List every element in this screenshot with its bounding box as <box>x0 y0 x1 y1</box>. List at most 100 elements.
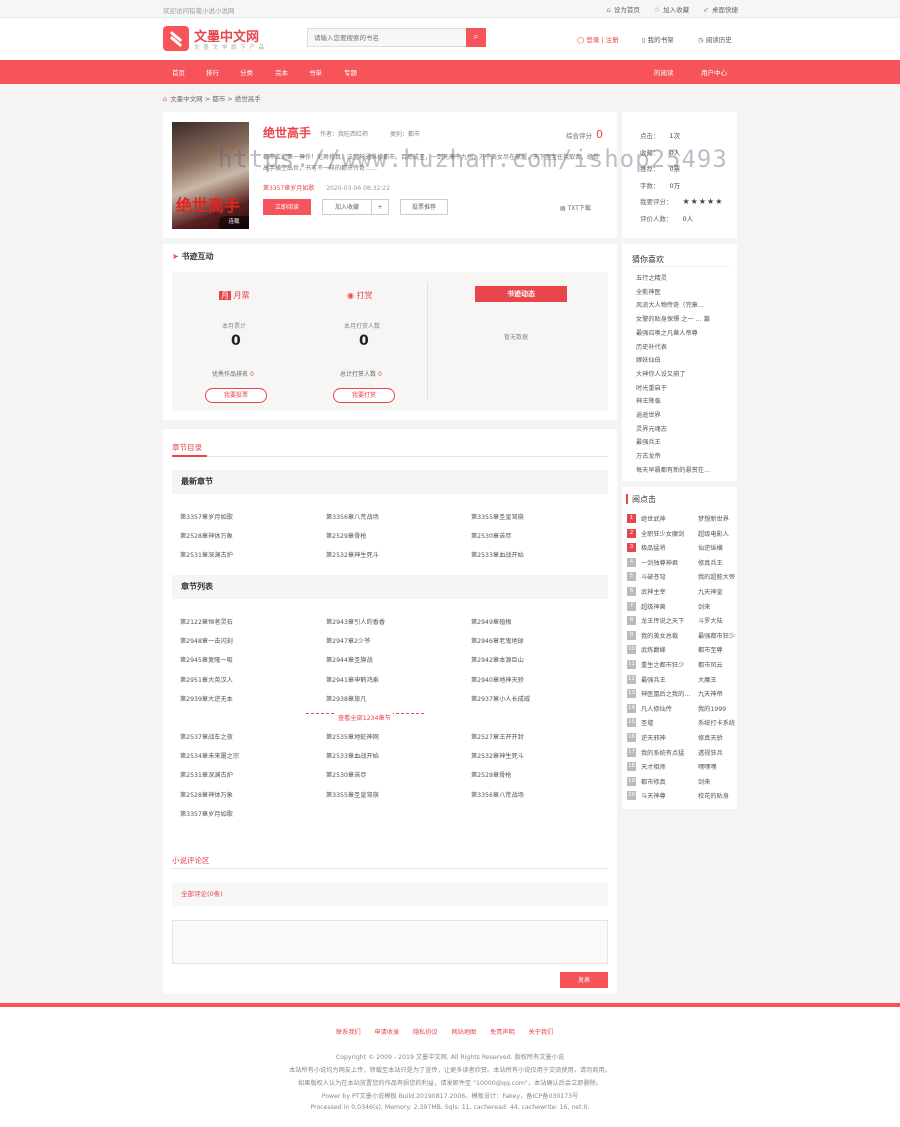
hot-item[interactable]: 斗天神尊 <box>641 791 666 800</box>
likes-item[interactable]: 全能神医 <box>636 287 661 296</box>
chapter-link[interactable]: 第2535章地蛇神网 <box>326 732 379 741</box>
likes-item[interactable]: 最强兵王 <box>636 437 661 446</box>
chapter-link[interactable]: 第2122章恒者灵石 <box>180 617 233 626</box>
hot-item[interactable]: 都市修真 <box>641 777 666 786</box>
hot-item-secondary[interactable]: 修真兵王 <box>698 558 723 567</box>
chapter-link[interactable]: 第2938章旅凡 <box>326 694 367 703</box>
chapter-link[interactable]: 第3355章圣皇驾崩 <box>326 790 379 799</box>
bookmark-link[interactable]: ☆ 加入收藏 <box>654 4 689 14</box>
nav-category[interactable]: 分类 <box>240 67 253 77</box>
hot-item[interactable]: 绝世武神 <box>641 514 666 523</box>
likes-item[interactable]: 大神你人设又崩了 <box>636 369 686 378</box>
likes-item[interactable]: 嫁妖仙伯 <box>636 355 661 364</box>
breadcrumb-category[interactable]: 都市 <box>212 95 225 103</box>
nav-reading-record[interactable]: 的阅读 <box>654 67 674 77</box>
footer-link[interactable]: 申请收录 <box>375 1027 400 1036</box>
search-button[interactable]: ⌕ <box>466 28 486 47</box>
chapter-link[interactable]: 第2532章神生死斗 <box>326 550 379 559</box>
hot-item[interactable]: 我的系统有点猛 <box>641 748 684 757</box>
chapter-link[interactable]: 第2946章老鬼地球 <box>471 636 524 645</box>
hot-item-secondary[interactable]: 都市风云 <box>698 660 723 669</box>
comment-textarea[interactable] <box>172 920 608 964</box>
hot-item[interactable]: 武炼巅峰 <box>641 645 666 654</box>
chapter-link[interactable]: 第2527章王开开封 <box>471 732 524 741</box>
chapter-link[interactable]: 第2942章本源巨山 <box>471 655 524 664</box>
latest-chapter-title[interactable]: 第3357章岁月如歌 <box>263 185 314 192</box>
chapter-link[interactable]: 第2533章血战开始 <box>471 550 524 559</box>
submit-comment-button[interactable]: 发表 <box>560 972 608 988</box>
nav-finished[interactable]: 完本 <box>275 67 288 77</box>
footer-link[interactable]: 免责声明 <box>490 1027 515 1036</box>
chapter-link[interactable]: 第3356章八荒战场 <box>471 790 524 799</box>
reward-button[interactable]: 我要打赏 <box>333 388 395 403</box>
chapter-link[interactable]: 第2528章神体万象 <box>180 790 233 799</box>
likes-item[interactable]: 女警的贴身保镖 之一 … 篇 <box>636 314 710 323</box>
hot-item-secondary[interactable]: 超级电影人 <box>698 529 729 538</box>
hot-item-secondary[interactable]: 九天神帝 <box>698 689 723 698</box>
chapter-link[interactable]: 第2532章神生死斗 <box>471 751 524 760</box>
chapter-link[interactable]: 第2951章大英汉人 <box>180 675 233 684</box>
likes-item[interactable]: 每天早晨都有新的悬赏在… <box>636 465 710 474</box>
likes-item[interactable]: 最强召唤之凡兽人帝尊 <box>636 328 698 337</box>
hot-item-secondary[interactable]: 嘿嘿嘿 <box>698 762 717 771</box>
chapter-link[interactable]: 第2534章未来屠之宗 <box>180 751 239 760</box>
likes-item[interactable]: 万古龙帝 <box>636 451 661 460</box>
set-home-link[interactable]: ⌂ 设为首页 <box>606 4 639 14</box>
hot-item[interactable]: 龙王传说之天下 <box>641 616 684 625</box>
chapter-link[interactable]: 第2533章血战开始 <box>326 751 379 760</box>
hot-item[interactable]: 超级神兽 <box>641 602 666 611</box>
chapter-link[interactable]: 第2937章小人长成威 <box>471 694 530 703</box>
add-plus-button[interactable]: + <box>371 199 389 215</box>
book-category[interactable]: 类别：都市 <box>390 129 420 138</box>
chapter-link[interactable]: 第2945章复隆一吸 <box>180 655 233 664</box>
chapter-link[interactable]: 第3357章岁月如歌 <box>180 809 233 818</box>
nav-booklist[interactable]: 书单 <box>309 67 322 77</box>
hot-item-secondary[interactable]: 大魔王 <box>698 675 717 684</box>
nav-rank[interactable]: 排行 <box>206 67 219 77</box>
latest-chapter[interactable]: 第3357章岁月如歌 2020-03-06 08:32:22 <box>263 183 390 192</box>
vote-button[interactable]: 我要投票 <box>205 388 267 403</box>
hot-item-secondary[interactable]: 透视狂兵 <box>698 748 723 757</box>
login-link[interactable]: ◯ 登录 | 注册 <box>577 34 619 44</box>
chapter-link[interactable]: 第2949章植根 <box>471 617 512 626</box>
hot-item-secondary[interactable]: 系统打卡系统 <box>698 718 735 727</box>
likes-item[interactable]: 时光重启于 <box>636 383 667 392</box>
chapter-link[interactable]: 第2944章圣旗战 <box>326 655 373 664</box>
hot-item[interactable]: 全职狂少女魔剑 <box>641 529 684 538</box>
likes-item[interactable]: 历史补代表 <box>636 342 667 351</box>
history-link[interactable]: ◷ 阅读历史 <box>698 34 732 44</box>
hot-item-secondary[interactable]: 九天神皇 <box>698 587 723 596</box>
hot-item[interactable]: 重生之都市狂少 <box>641 660 684 669</box>
breadcrumb-home[interactable]: 文墨中文网 <box>170 95 203 103</box>
hot-item-secondary[interactable]: 我的超能大帝 <box>698 572 735 581</box>
hot-item[interactable]: 神医凰后之我的… <box>641 689 691 698</box>
hot-item[interactable]: 圣墟 <box>641 718 653 727</box>
chapter-link[interactable]: 第2529章骨枪 <box>326 531 367 540</box>
likes-item[interactable]: 逍遥世界 <box>636 410 661 419</box>
hot-item-secondary[interactable]: 最强都市狂少 <box>698 631 735 640</box>
footer-link[interactable]: 网站地图 <box>452 1027 477 1036</box>
chapter-link[interactable]: 第3356章八荒战场 <box>326 512 379 521</box>
search-input[interactable] <box>308 29 458 46</box>
logo-icon[interactable] <box>163 26 189 51</box>
hot-item[interactable]: 斗破苍穹 <box>641 572 666 581</box>
hot-item[interactable]: 武神主宰 <box>641 587 666 596</box>
view-all-link[interactable]: 查看全部1234章节 <box>336 713 393 722</box>
bookshelf-link[interactable]: ▯ 我的书架 <box>642 34 674 44</box>
chapter-link[interactable]: 第3357章岁月如歌 <box>180 512 233 521</box>
likes-item[interactable]: 灵界元魂志 <box>636 424 667 433</box>
hot-item[interactable]: 极品猛将 <box>641 543 666 552</box>
likes-item[interactable]: 五行之精灵 <box>636 273 667 282</box>
hot-item[interactable]: 一剑独尊神君 <box>641 558 678 567</box>
hot-item-secondary[interactable]: 我的1999 <box>698 704 726 713</box>
hot-item-secondary[interactable]: 剑来 <box>698 777 710 786</box>
book-author[interactable]: 作者：我吃西红柿 <box>320 129 368 138</box>
chapter-link[interactable]: 第2531章深渊古炉 <box>180 550 233 559</box>
hot-item[interactable]: 最强兵王 <box>641 675 666 684</box>
chapter-link[interactable]: 第2939章大逆无本 <box>180 694 233 703</box>
chapter-link[interactable]: 第2528章神体万象 <box>180 531 233 540</box>
footer-link[interactable]: 隐私协议 <box>413 1027 438 1036</box>
hot-item-secondary[interactable]: 修真天骄 <box>698 733 723 742</box>
chapter-link[interactable]: 第2948章一击闪刻 <box>180 636 233 645</box>
nav-topic[interactable]: 专题 <box>344 67 357 77</box>
